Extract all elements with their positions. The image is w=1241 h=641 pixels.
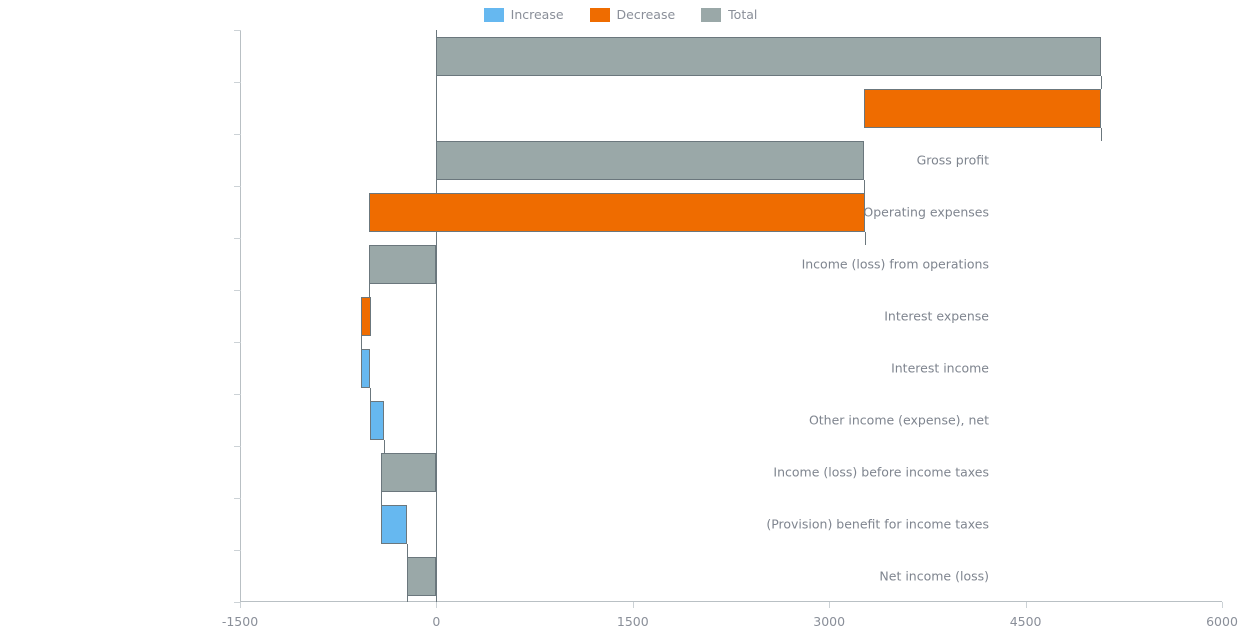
y-axis-tick bbox=[234, 290, 241, 291]
connector-line-0 bbox=[1100, 75, 1102, 89]
connector-line-end bbox=[407, 595, 409, 602]
y-axis-tick bbox=[234, 342, 241, 343]
connector-line-1 bbox=[1100, 127, 1102, 141]
x-axis-tick-label: 0 bbox=[432, 614, 441, 629]
legend-item-increase[interactable]: Increase bbox=[483, 7, 564, 22]
waterfall-bar-1[interactable] bbox=[864, 88, 1101, 128]
legend-swatch-increase bbox=[483, 8, 504, 22]
connector-line-9 bbox=[407, 543, 409, 557]
waterfall-bar-10[interactable] bbox=[407, 556, 437, 596]
connector-line-7 bbox=[384, 439, 386, 453]
x-axis-tick-label: 1500 bbox=[616, 614, 649, 629]
legend-label-decrease: Decrease bbox=[616, 7, 676, 22]
x-axis-tick bbox=[1222, 602, 1223, 608]
y-axis-tick bbox=[234, 186, 241, 187]
x-axis-line bbox=[240, 601, 1222, 602]
y-axis-tick bbox=[234, 394, 241, 395]
legend-swatch-total bbox=[701, 8, 722, 22]
legend-item-total[interactable]: Total bbox=[701, 8, 757, 22]
connector-line-8 bbox=[381, 491, 383, 505]
waterfall-bar-0[interactable] bbox=[436, 36, 1101, 76]
y-axis-tick bbox=[234, 446, 241, 447]
chart-legend: Increase Decrease Total bbox=[0, 8, 1241, 22]
connector-line-3 bbox=[865, 231, 867, 245]
waterfall-chart: IncreaseDecreaseTotal RevenueCost of rev… bbox=[0, 0, 1241, 641]
waterfall-bar-8[interactable] bbox=[381, 452, 437, 492]
y-axis-tick bbox=[234, 82, 241, 83]
x-axis-tick bbox=[240, 602, 241, 608]
y-axis-tick bbox=[234, 498, 241, 499]
waterfall-bar-7[interactable] bbox=[370, 400, 385, 440]
plot-area: -1500 0 1500 3000 4500 6000 bbox=[222, 30, 1238, 629]
x-axis-tick bbox=[436, 602, 438, 608]
x-axis-tick-label: 3000 bbox=[813, 614, 846, 629]
y-axis-tick bbox=[234, 238, 241, 239]
waterfall-bar-3[interactable] bbox=[369, 192, 866, 232]
x-axis-tick bbox=[632, 602, 634, 608]
waterfall-bar-9[interactable] bbox=[381, 504, 408, 544]
x-axis-tick-label: -1500 bbox=[221, 614, 259, 629]
y-axis-line bbox=[240, 30, 241, 602]
waterfall-bar-2[interactable] bbox=[436, 140, 865, 180]
legend-swatch-decrease bbox=[589, 8, 610, 22]
zero-baseline bbox=[436, 30, 438, 602]
connector-line-6 bbox=[370, 387, 372, 401]
legend-label-total: Total bbox=[728, 7, 758, 22]
waterfall-bar-4[interactable] bbox=[369, 244, 437, 284]
legend-item-decrease[interactable]: Decrease bbox=[589, 7, 676, 22]
legend-label-increase: Increase bbox=[510, 7, 564, 22]
connector-line-5 bbox=[361, 335, 363, 349]
x-axis-tick bbox=[829, 602, 831, 608]
y-axis-tick bbox=[234, 30, 241, 31]
waterfall-bar-5[interactable] bbox=[361, 296, 372, 336]
connector-line-4 bbox=[369, 283, 371, 297]
x-axis-tick-label: 4500 bbox=[1009, 614, 1042, 629]
y-axis-tick bbox=[234, 550, 241, 551]
y-axis-tick bbox=[234, 134, 241, 135]
connector-line-2 bbox=[864, 179, 866, 193]
waterfall-bar-6[interactable] bbox=[361, 348, 371, 388]
x-axis-tick bbox=[1025, 602, 1027, 608]
x-axis-tick-label: 6000 bbox=[1206, 614, 1238, 629]
